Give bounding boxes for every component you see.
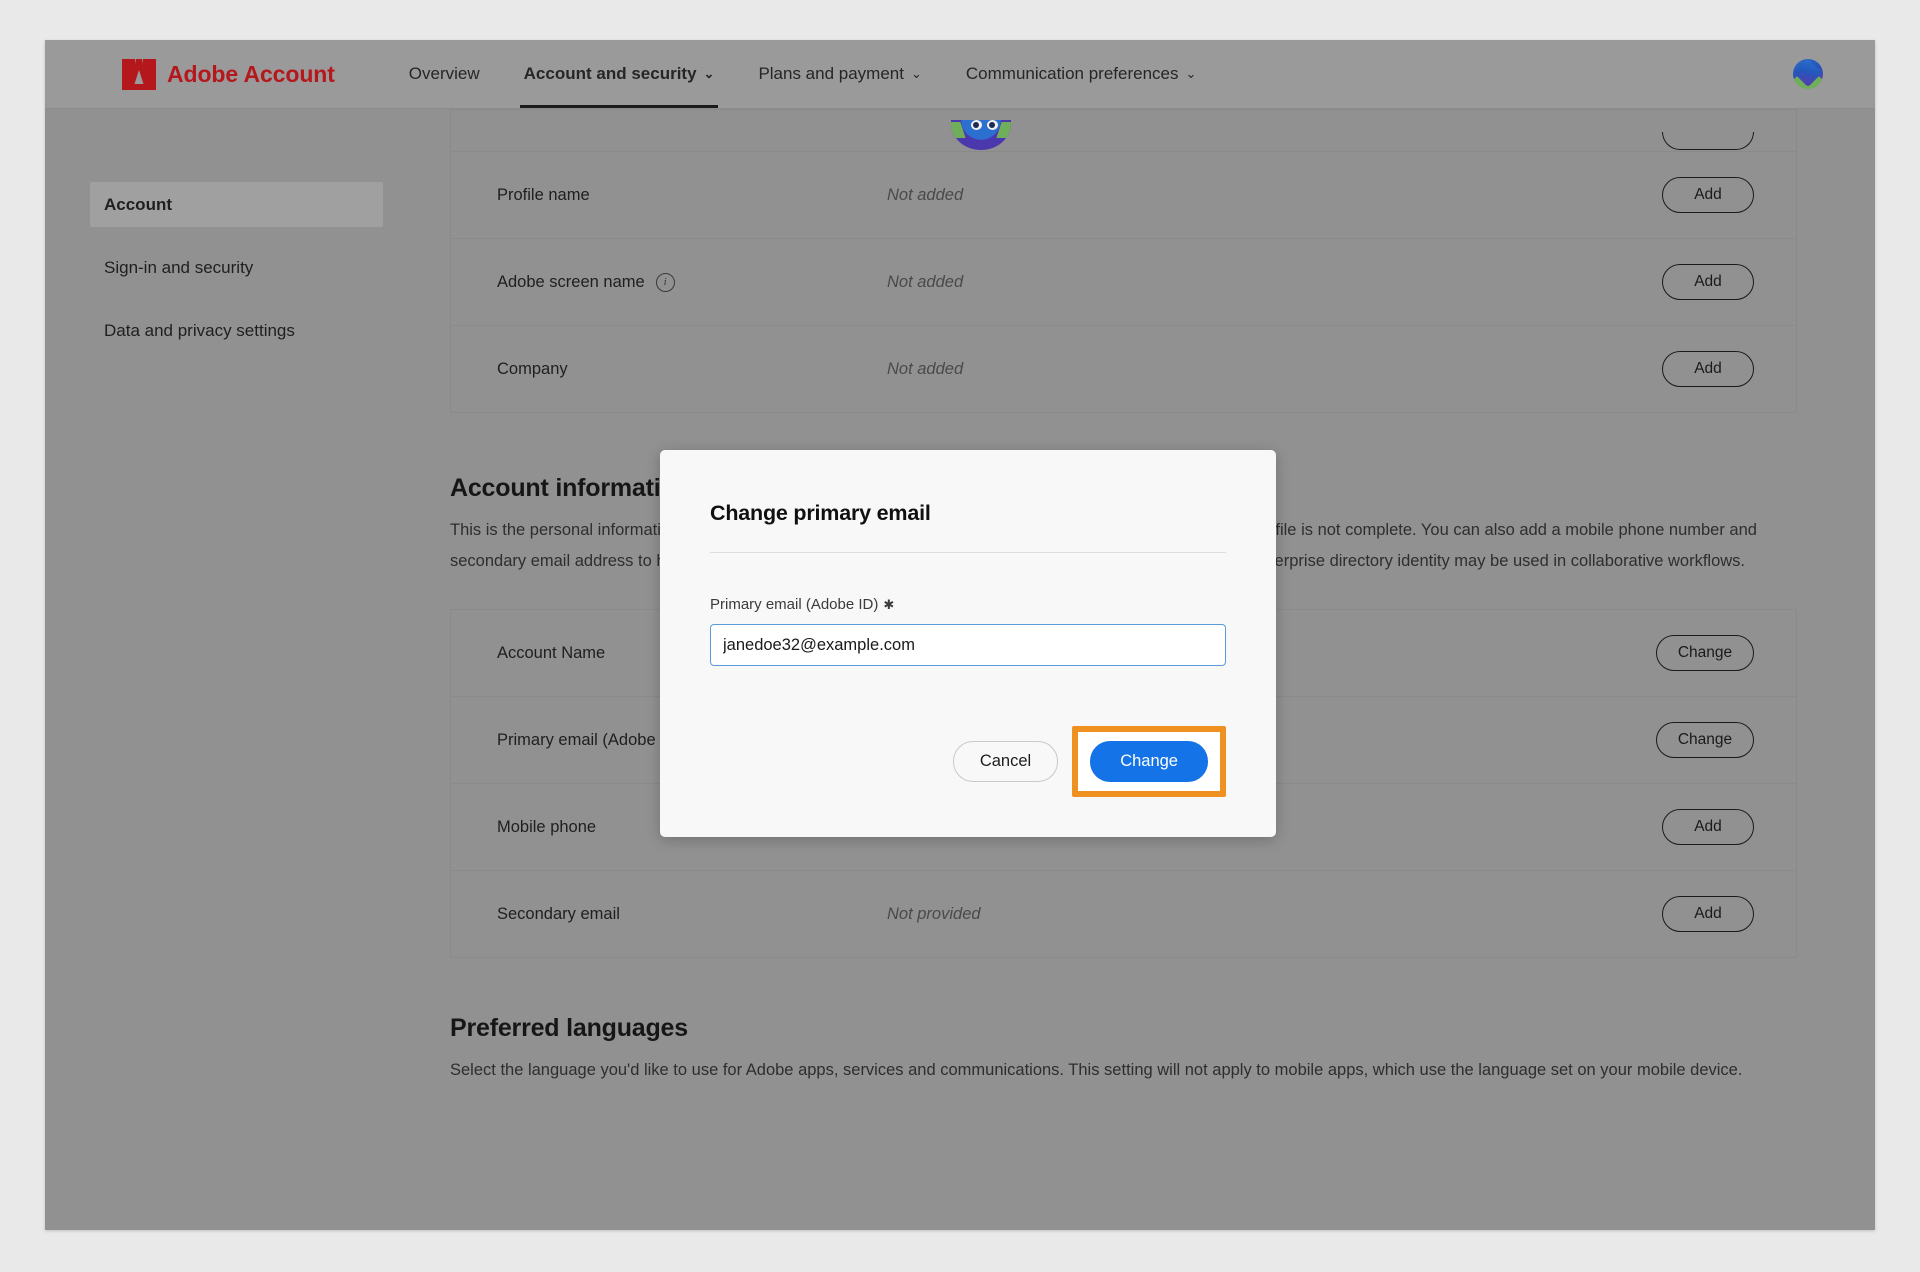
chevron-down-icon: ⌄ — [703, 66, 715, 81]
nav-item-overview[interactable]: Overview — [387, 40, 502, 108]
change-primary-email-button[interactable]: Change — [1656, 722, 1754, 758]
company-label: Company — [497, 359, 568, 378]
chevron-down-icon: ⌄ — [910, 66, 922, 81]
email-field-label: Primary email (Adobe ID) ✱ — [710, 596, 1226, 613]
row-label-secondary-email: Secondary email — [497, 905, 887, 924]
top-navigation-bar: Adobe Account Overview Account and secur… — [45, 40, 1875, 109]
email-field-label-text: Primary email (Adobe ID) — [710, 596, 879, 613]
row-label-adobe-screen-name: Adobe screen name i — [497, 272, 887, 292]
primary-email-label: Primary email (Adobe ID) — [497, 730, 683, 749]
row-value-secondary-email: Not provided — [887, 904, 981, 923]
brand-label: Adobe Account — [167, 60, 335, 87]
row-label-profile-name: Profile name — [497, 186, 887, 205]
add-button-partial[interactable] — [1662, 132, 1754, 150]
preferred-languages-heading: Preferred languages — [450, 1014, 688, 1042]
add-profile-name-button[interactable]: Add — [1662, 177, 1754, 213]
nav-item-account-and-security-label: Account and security — [523, 64, 697, 83]
add-company-button[interactable]: Add — [1662, 351, 1754, 387]
table-row-adobe-screen-name: Adobe screen name i Not added Add — [451, 239, 1796, 326]
nav-item-communication-preferences-label: Communication preferences — [965, 64, 1179, 83]
change-button[interactable]: Change — [1090, 741, 1208, 782]
cancel-button[interactable]: Cancel — [952, 741, 1059, 782]
add-adobe-screen-name-button[interactable]: Add — [1662, 264, 1754, 300]
mobile-phone-label: Mobile phone — [497, 817, 597, 836]
adobe-screen-name-label: Adobe screen name — [497, 272, 645, 291]
avatar-eye-left — [971, 120, 982, 130]
account-name-label: Account Name — [497, 643, 606, 662]
row-value-company: Not added — [887, 359, 964, 378]
dialog-divider — [710, 552, 1226, 553]
profile-name-label: Profile name — [497, 185, 590, 204]
sidebar-item-data-and-privacy-settings-label: Data and privacy settings — [104, 320, 295, 340]
chevron-down-icon: ⌄ — [1185, 66, 1197, 81]
add-mobile-phone-button[interactable]: Add — [1662, 809, 1754, 845]
adobe-logo-icon — [122, 58, 156, 90]
primary-nav-links: Overview Account and security ⌄ Plans and… — [387, 40, 1219, 108]
avatar-accent-right — [996, 122, 1011, 138]
secondary-email-label: Secondary email — [497, 904, 620, 923]
preferred-languages-section: Preferred languages Select the language … — [450, 1014, 1795, 1086]
sidebar-item-sign-in-and-security-label: Sign-in and security — [104, 257, 254, 277]
dialog-actions: Cancel Change — [952, 726, 1226, 797]
sidebar-item-data-and-privacy-settings[interactable]: Data and privacy settings — [90, 308, 383, 353]
avatar-eye-right — [987, 120, 998, 130]
change-primary-email-dialog: Change primary email Primary email (Adob… — [660, 450, 1276, 837]
adobe-account-brand[interactable]: Adobe Account — [122, 58, 335, 90]
change-button-highlight: Change — [1072, 726, 1226, 797]
sidebar-item-account-label: Account — [104, 194, 172, 214]
preferred-languages-body: Select the language you'd like to use fo… — [450, 1061, 1743, 1079]
table-row-secondary-email: Secondary email Not provided Add — [451, 871, 1796, 958]
required-asterisk-icon: ✱ — [883, 597, 895, 612]
primary-email-input[interactable] — [710, 624, 1226, 666]
nav-item-plans-and-payment[interactable]: Plans and payment ⌄ — [736, 40, 943, 108]
nav-item-plans-and-payment-label: Plans and payment — [758, 64, 904, 83]
sidebar-item-account[interactable]: Account — [90, 182, 383, 227]
row-value-adobe-screen-name: Not added — [887, 272, 964, 291]
profile-information-table: Profile name Not added Add Adobe screen … — [450, 109, 1797, 413]
change-account-name-button[interactable]: Change — [1656, 635, 1754, 671]
table-row-profile-name: Profile name Not added Add — [451, 152, 1796, 239]
row-label-company: Company — [497, 360, 887, 379]
nav-item-overview-label: Overview — [408, 64, 480, 83]
sidebar: Account Sign-in and security Data and pr… — [45, 109, 428, 1230]
avatar-accent-left — [951, 122, 966, 138]
nav-item-communication-preferences[interactable]: Communication preferences ⌄ — [944, 40, 1219, 108]
sidebar-item-sign-in-and-security[interactable]: Sign-in and security — [90, 245, 383, 290]
table-row-company: Company Not added Add — [451, 326, 1796, 413]
add-secondary-email-button[interactable]: Add — [1662, 896, 1754, 932]
table-row-partial-profile-photo — [451, 110, 1796, 152]
row-value-profile-name: Not added — [887, 185, 964, 204]
profile-photo-avatar[interactable] — [951, 120, 1011, 150]
avatar[interactable] — [1793, 59, 1823, 89]
nav-item-account-and-security[interactable]: Account and security ⌄ — [502, 40, 737, 108]
info-icon[interactable]: i — [655, 272, 675, 292]
dialog-title: Change primary email — [710, 501, 931, 525]
